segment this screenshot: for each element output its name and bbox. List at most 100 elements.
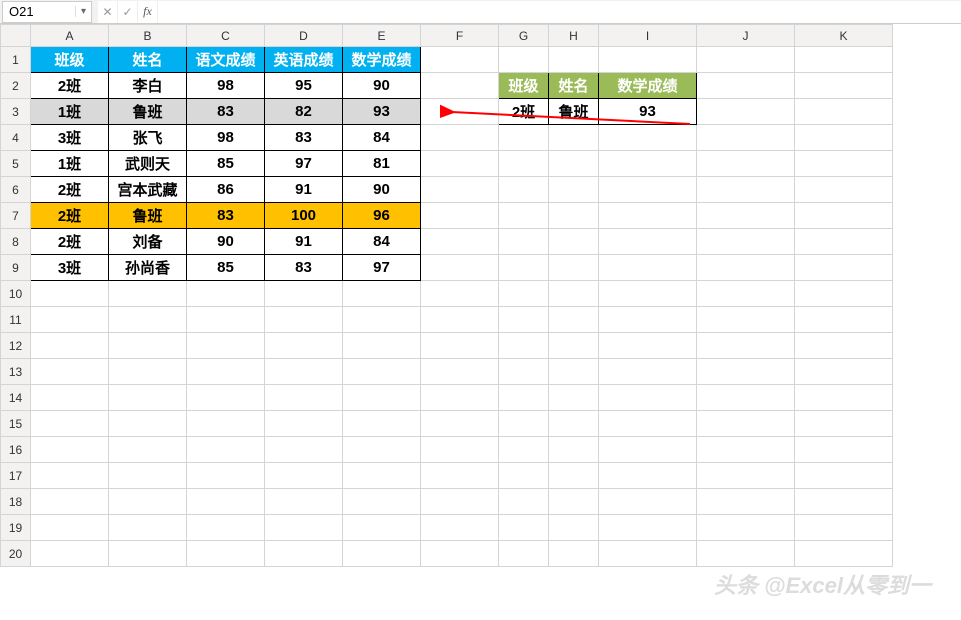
cell-H5[interactable] (549, 151, 599, 177)
cell-I11[interactable] (599, 307, 697, 333)
cell-D8[interactable]: 91 (265, 229, 343, 255)
cell-J15[interactable] (697, 411, 795, 437)
cell-K20[interactable] (795, 541, 893, 567)
column-header-E[interactable]: E (343, 25, 421, 47)
name-box[interactable]: ▾ (2, 1, 92, 23)
cell-G11[interactable] (499, 307, 549, 333)
cell-I20[interactable] (599, 541, 697, 567)
cell-G13[interactable] (499, 359, 549, 385)
cell-B14[interactable] (109, 385, 187, 411)
cell-H19[interactable] (549, 515, 599, 541)
cell-F2[interactable] (421, 73, 499, 99)
cell-H12[interactable] (549, 333, 599, 359)
cell-A4[interactable]: 3班 (31, 125, 109, 151)
cell-C20[interactable] (187, 541, 265, 567)
cell-F19[interactable] (421, 515, 499, 541)
cell-E10[interactable] (343, 281, 421, 307)
cell-D16[interactable] (265, 437, 343, 463)
cell-B10[interactable] (109, 281, 187, 307)
cell-I13[interactable] (599, 359, 697, 385)
cell-G6[interactable] (499, 177, 549, 203)
cell-C16[interactable] (187, 437, 265, 463)
cell-E19[interactable] (343, 515, 421, 541)
cell-D14[interactable] (265, 385, 343, 411)
cell-I9[interactable] (599, 255, 697, 281)
cell-D4[interactable]: 83 (265, 125, 343, 151)
cell-H10[interactable] (549, 281, 599, 307)
cell-C18[interactable] (187, 489, 265, 515)
cell-F8[interactable] (421, 229, 499, 255)
cell-F16[interactable] (421, 437, 499, 463)
cell-D7[interactable]: 100 (265, 203, 343, 229)
row-header-11[interactable]: 11 (1, 307, 31, 333)
cell-A12[interactable] (31, 333, 109, 359)
cell-J12[interactable] (697, 333, 795, 359)
formula-input[interactable] (158, 1, 961, 23)
row-header-8[interactable]: 8 (1, 229, 31, 255)
spreadsheet-grid[interactable]: ABCDEFGHIJK 1班级姓名语文成绩英语成绩数学成绩22班李白989590… (0, 24, 961, 567)
cell-H8[interactable] (549, 229, 599, 255)
cell-H11[interactable] (549, 307, 599, 333)
cell-B1[interactable]: 姓名 (109, 47, 187, 73)
cell-I10[interactable] (599, 281, 697, 307)
cell-A1[interactable]: 班级 (31, 47, 109, 73)
cell-K7[interactable] (795, 203, 893, 229)
column-header-J[interactable]: J (697, 25, 795, 47)
cell-C8[interactable]: 90 (187, 229, 265, 255)
cell-B19[interactable] (109, 515, 187, 541)
cell-I14[interactable] (599, 385, 697, 411)
cell-J6[interactable] (697, 177, 795, 203)
cell-I5[interactable] (599, 151, 697, 177)
cell-J5[interactable] (697, 151, 795, 177)
cell-G3[interactable]: 2班 (499, 99, 549, 125)
cell-G1[interactable] (499, 47, 549, 73)
cell-H9[interactable] (549, 255, 599, 281)
cell-K12[interactable] (795, 333, 893, 359)
cell-A10[interactable] (31, 281, 109, 307)
row-header-5[interactable]: 5 (1, 151, 31, 177)
cell-G4[interactable] (499, 125, 549, 151)
cell-G19[interactable] (499, 515, 549, 541)
cell-C9[interactable]: 85 (187, 255, 265, 281)
cell-I2[interactable]: 数学成绩 (599, 73, 697, 99)
cell-E1[interactable]: 数学成绩 (343, 47, 421, 73)
cell-J7[interactable] (697, 203, 795, 229)
cell-J3[interactable] (697, 99, 795, 125)
cell-C3[interactable]: 83 (187, 99, 265, 125)
cell-I3[interactable]: 93 (599, 99, 697, 125)
cell-C10[interactable] (187, 281, 265, 307)
cell-D6[interactable]: 91 (265, 177, 343, 203)
cell-C19[interactable] (187, 515, 265, 541)
cell-C13[interactable] (187, 359, 265, 385)
cell-I16[interactable] (599, 437, 697, 463)
cell-E11[interactable] (343, 307, 421, 333)
cell-F14[interactable] (421, 385, 499, 411)
row-header-2[interactable]: 2 (1, 73, 31, 99)
row-header-10[interactable]: 10 (1, 281, 31, 307)
cell-I6[interactable] (599, 177, 697, 203)
cell-D1[interactable]: 英语成绩 (265, 47, 343, 73)
cell-I7[interactable] (599, 203, 697, 229)
row-header-7[interactable]: 7 (1, 203, 31, 229)
cell-J14[interactable] (697, 385, 795, 411)
column-header-C[interactable]: C (187, 25, 265, 47)
cell-D19[interactable] (265, 515, 343, 541)
cell-F4[interactable] (421, 125, 499, 151)
cell-E18[interactable] (343, 489, 421, 515)
cell-F5[interactable] (421, 151, 499, 177)
cell-G14[interactable] (499, 385, 549, 411)
cell-I4[interactable] (599, 125, 697, 151)
cell-B3[interactable]: 鲁班 (109, 99, 187, 125)
cell-C6[interactable]: 86 (187, 177, 265, 203)
cell-D20[interactable] (265, 541, 343, 567)
cell-H4[interactable] (549, 125, 599, 151)
row-header-15[interactable]: 15 (1, 411, 31, 437)
cell-G10[interactable] (499, 281, 549, 307)
row-header-9[interactable]: 9 (1, 255, 31, 281)
cell-K2[interactable] (795, 73, 893, 99)
cell-B9[interactable]: 孙尚香 (109, 255, 187, 281)
fx-icon[interactable]: fx (138, 1, 158, 23)
cell-D15[interactable] (265, 411, 343, 437)
cell-B11[interactable] (109, 307, 187, 333)
row-header-18[interactable]: 18 (1, 489, 31, 515)
